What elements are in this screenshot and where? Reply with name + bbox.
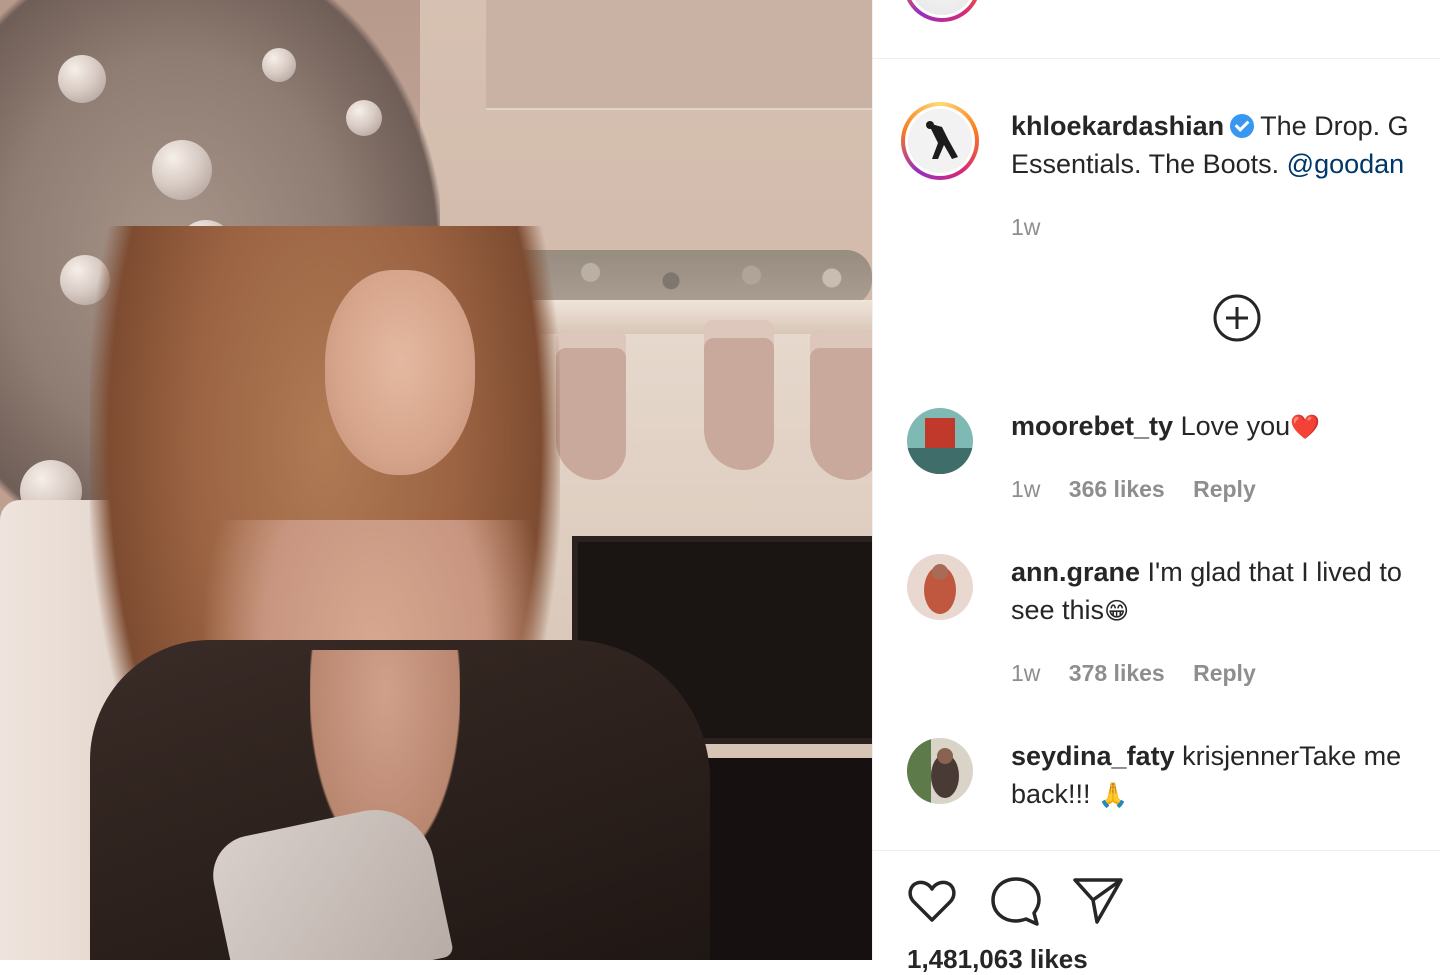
commenter-avatar[interactable] — [907, 738, 973, 804]
comment-likes[interactable]: 366 likes — [1069, 476, 1165, 502]
author-avatar[interactable] — [901, 102, 979, 180]
plus-circle-icon[interactable] — [1213, 294, 1261, 342]
header-divider — [873, 58, 1440, 59]
comment-time[interactable]: 1w — [1011, 476, 1040, 502]
caption-meta: 1w — [1011, 214, 1062, 241]
caption-mention-link[interactable]: @goodan — [1287, 149, 1405, 179]
comment-line: ann.grane I'm glad that I lived to — [1011, 554, 1402, 591]
caption-text-2: Essentials. The Boots. — [1011, 149, 1280, 179]
comment-text-2: back!!! — [1011, 779, 1091, 809]
author-avatar-image — [908, 109, 972, 173]
heart-icon[interactable] — [905, 874, 959, 928]
author-username[interactable]: khloekardashian — [1011, 111, 1224, 141]
praying-hands-emoji: 🙏 — [1098, 781, 1128, 809]
caption-text: The Drop. G — [1260, 111, 1409, 141]
comment-reply-button[interactable]: Reply — [1193, 476, 1256, 502]
comment-line-2: back!!! 🙏 — [1011, 776, 1128, 814]
comment-text: I'm glad that I lived to — [1147, 557, 1402, 587]
ornament — [58, 55, 106, 103]
caption-line-1: khloekardashian The Drop. G — [1011, 108, 1409, 145]
comment-line-2: see this😁 — [1011, 592, 1129, 630]
hearth — [690, 758, 872, 960]
heart-emoji: ❤️ — [1290, 413, 1321, 441]
comment-time[interactable]: 1w — [1011, 660, 1040, 686]
paper-plane-icon[interactable] — [1071, 874, 1125, 928]
ornament — [262, 48, 296, 82]
stocking — [556, 330, 626, 480]
comment-likes[interactable]: 378 likes — [1069, 660, 1165, 686]
header-avatar[interactable] — [903, 0, 981, 22]
comment-icon[interactable] — [989, 874, 1043, 928]
comment-username[interactable]: moorebet_ty — [1011, 411, 1173, 441]
grin-emoji: 😁 — [1104, 597, 1130, 625]
comment-line: moorebet_ty Love you❤️ — [1011, 408, 1320, 446]
comment-line: seydina_faty krisjennerTake me — [1011, 738, 1401, 775]
comment-username[interactable]: seydina_faty — [1011, 741, 1175, 771]
comment-meta: 1w 378 likes Reply — [1011, 660, 1278, 687]
ornament — [346, 100, 382, 136]
commenter-avatar[interactable] — [907, 554, 973, 620]
comment-reply-button[interactable]: Reply — [1193, 660, 1256, 686]
actions-divider — [873, 850, 1440, 851]
post-photo — [0, 0, 872, 960]
ornament — [152, 140, 212, 200]
commenter-avatar[interactable] — [907, 408, 973, 474]
verified-badge-icon — [1230, 114, 1255, 138]
caption-line-2: Essentials. The Boots. @goodan — [1011, 146, 1404, 183]
stocking — [704, 320, 774, 470]
comment-username[interactable]: ann.grane — [1011, 557, 1140, 587]
comment-text: krisjennerTake me — [1182, 741, 1402, 771]
person-face — [325, 270, 475, 475]
stocking — [810, 330, 872, 480]
comment-meta: 1w 366 likes Reply — [1011, 476, 1278, 503]
wall-panel — [486, 0, 872, 110]
comment-text-2: see this — [1011, 595, 1105, 625]
post-details-panel: khloekardashian The Drop. G Essentials. T… — [872, 0, 1440, 974]
comment-text: Love you — [1180, 411, 1291, 441]
caption-time[interactable]: 1w — [1011, 214, 1040, 240]
